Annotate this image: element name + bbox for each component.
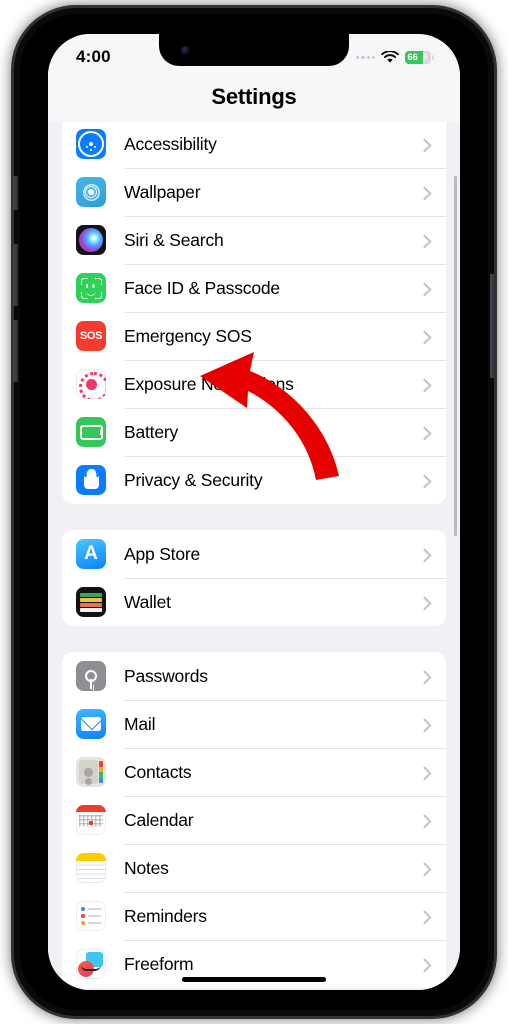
settings-row-privacy-security[interactable]: Privacy & Security xyxy=(62,456,446,504)
wallet-icon xyxy=(76,587,106,617)
volume-down-button[interactable] xyxy=(13,320,18,382)
settings-row-label: Face ID & Passcode xyxy=(124,277,280,298)
settings-row-siri-search[interactable]: Siri & Search xyxy=(62,216,446,264)
chevron-right-icon xyxy=(417,330,432,345)
settings-row-label: Wallet xyxy=(124,591,171,612)
volume-up-button[interactable] xyxy=(13,244,18,306)
settings-row-mail[interactable]: Mail xyxy=(62,700,446,748)
mute-switch[interactable] xyxy=(13,176,18,210)
wallpaper-icon xyxy=(76,177,106,207)
group-store: A App Store Wallet xyxy=(62,530,446,626)
chevron-right-icon xyxy=(417,426,432,441)
chevron-right-icon xyxy=(417,596,432,611)
settings-row-label: App Store xyxy=(124,543,201,564)
settings-row-wallet[interactable]: Wallet xyxy=(62,578,446,626)
side-power-button[interactable] xyxy=(490,274,495,378)
chevron-right-icon xyxy=(417,814,432,829)
chevron-right-icon xyxy=(417,282,432,297)
settings-row-label: Accessibility xyxy=(124,133,217,154)
chevron-right-icon xyxy=(417,548,432,563)
settings-row-label: Privacy & Security xyxy=(124,469,263,490)
settings-row-accessibility[interactable]: Accessibility xyxy=(62,122,446,168)
settings-row-label: Emergency SOS xyxy=(124,325,252,346)
accessibility-icon xyxy=(76,129,106,159)
chevron-right-icon xyxy=(417,378,432,393)
settings-row-label: Reminders xyxy=(124,905,207,926)
scrollbar[interactable] xyxy=(454,176,457,536)
settings-row-label: Contacts xyxy=(124,761,192,782)
contacts-icon xyxy=(76,757,106,787)
chevron-right-icon xyxy=(417,766,432,781)
group-apps: Passwords Mail Contacts Calendar Notes Remind… xyxy=(62,652,446,988)
chevron-right-icon xyxy=(417,474,432,489)
emergency-sos-icon: SOS xyxy=(76,321,106,351)
chevron-right-icon xyxy=(417,862,432,877)
home-indicator[interactable] xyxy=(182,977,326,982)
app-store-icon: A xyxy=(76,539,106,569)
chevron-right-icon xyxy=(417,234,432,249)
settings-row-label: Wallpaper xyxy=(124,181,201,202)
settings-row-label: Siri & Search xyxy=(124,229,224,250)
settings-row-reminders[interactable]: Reminders xyxy=(62,892,446,940)
settings-row-exposure-notifications[interactable]: Exposure Notifications xyxy=(62,360,446,408)
chevron-right-icon xyxy=(417,186,432,201)
freeform-icon xyxy=(76,949,106,979)
settings-row-notes[interactable]: Notes xyxy=(62,844,446,892)
phone-screen: Settings 4:00 66 ⚡ Accessibility Wallpap… xyxy=(48,34,460,990)
settings-row-battery[interactable]: Battery xyxy=(62,408,446,456)
reminders-icon xyxy=(76,901,106,931)
mail-icon xyxy=(76,709,106,739)
front-camera-icon xyxy=(181,46,190,55)
chevron-right-icon xyxy=(417,670,432,685)
passwords-icon xyxy=(76,661,106,691)
siri-icon xyxy=(76,225,106,255)
settings-row-label: Mail xyxy=(124,713,156,734)
settings-row-emergency-sos[interactable]: SOS Emergency SOS xyxy=(62,312,446,360)
settings-row-label: Battery xyxy=(124,421,179,442)
group-system: Accessibility Wallpaper Siri & Search Face … xyxy=(62,122,446,504)
chevron-right-icon xyxy=(417,910,432,925)
chevron-right-icon xyxy=(417,718,432,733)
settings-row-label: Freeform xyxy=(124,953,194,974)
iphone-device-frame: Settings 4:00 66 ⚡ Accessibility Wallpap… xyxy=(13,8,495,1016)
exposure-notifications-icon xyxy=(76,369,106,399)
settings-row-label: Notes xyxy=(124,857,169,878)
settings-row-calendar[interactable]: Calendar xyxy=(62,796,446,844)
settings-row-face-id-passcode[interactable]: Face ID & Passcode xyxy=(62,264,446,312)
settings-row-passwords[interactable]: Passwords xyxy=(62,652,446,700)
settings-list[interactable]: Accessibility Wallpaper Siri & Search Face … xyxy=(48,122,460,990)
settings-row-wallpaper[interactable]: Wallpaper xyxy=(62,168,446,216)
notch xyxy=(159,34,349,66)
battery-icon xyxy=(76,417,106,447)
settings-row-contacts[interactable]: Contacts xyxy=(62,748,446,796)
page-title: Settings xyxy=(211,84,297,109)
notes-icon xyxy=(76,853,106,883)
calendar-icon xyxy=(76,805,106,835)
settings-row-label: Calendar xyxy=(124,809,194,830)
chevron-right-icon xyxy=(417,138,432,153)
face-id-icon xyxy=(76,273,106,303)
chevron-right-icon xyxy=(417,958,432,973)
settings-row-app-store[interactable]: A App Store xyxy=(62,530,446,578)
settings-row-label: Passwords xyxy=(124,665,208,686)
privacy-security-icon xyxy=(76,465,106,495)
settings-row-label: Exposure Notifications xyxy=(124,373,294,394)
